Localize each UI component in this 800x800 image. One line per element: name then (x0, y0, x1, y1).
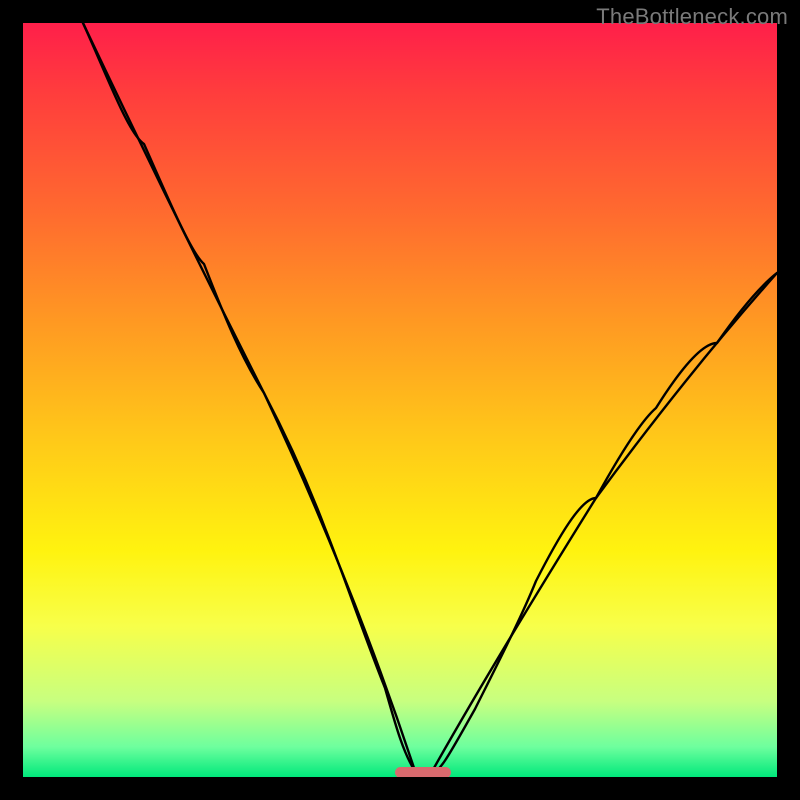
trough-marker (395, 767, 451, 777)
plot-area (23, 23, 777, 777)
chart-svg (23, 23, 777, 777)
watermark-text: TheBottleneck.com (596, 4, 788, 30)
bottleneck-curve-overlay (83, 23, 777, 776)
chart-frame: TheBottleneck.com (0, 0, 800, 800)
